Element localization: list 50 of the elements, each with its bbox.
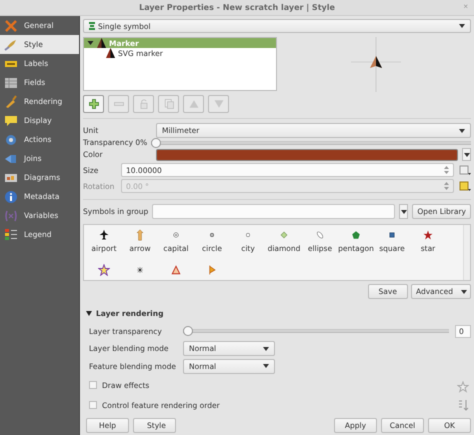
- marker-icon: [106, 48, 115, 58]
- plus-button[interactable]: [83, 95, 104, 114]
- window-title: Layer Properties - New scratch layer | Style: [139, 3, 335, 12]
- down-triangle-icon: [212, 98, 224, 110]
- dropdown-arrow-icon: [263, 364, 269, 368]
- up-triangle-icon: [188, 98, 200, 110]
- sidebar-icon: [4, 208, 18, 222]
- color-swatch[interactable]: [156, 148, 458, 161]
- expand-arrow-icon: [87, 40, 94, 46]
- checkbox[interactable]: [89, 381, 97, 390]
- sidebar-icon: [4, 38, 18, 52]
- checkbox[interactable]: [89, 401, 97, 410]
- dropdown-arrow-icon: [461, 290, 467, 294]
- copy-icon: [162, 98, 174, 110]
- slider-handle[interactable]: [151, 138, 162, 148]
- dropdown-arrow-icon: [263, 346, 269, 351]
- renderer-icon: [89, 22, 95, 30]
- group-field[interactable]: [152, 204, 396, 220]
- sidebar-icon: [4, 18, 18, 32]
- slider-handle[interactable]: [183, 326, 193, 336]
- dropdown-arrow-icon: [459, 24, 465, 28]
- arrow-icon[interactable]: [134, 228, 146, 241]
- sidebar-icon: [4, 190, 18, 204]
- dropdown-arrow-icon: [400, 210, 407, 214]
- sidebar-icon: [4, 94, 18, 108]
- dropdown-arrow-icon: [464, 152, 470, 157]
- lock-icon: [138, 98, 150, 110]
- color-menu-button[interactable]: [462, 148, 471, 162]
- sort-icon[interactable]: [457, 399, 469, 412]
- star-icon[interactable]: [422, 228, 434, 241]
- scrollbar[interactable]: [463, 224, 470, 280]
- sidebar-icon: [4, 228, 18, 242]
- transparency-slider[interactable]: [151, 138, 471, 148]
- plus-icon: [88, 98, 100, 110]
- spin-arrows-icon: [444, 165, 449, 176]
- sidebar-icon: [4, 76, 18, 90]
- sidebar-icon: [4, 132, 18, 146]
- group-menu-button[interactable]: [399, 204, 408, 220]
- pentagon-icon[interactable]: [350, 228, 362, 241]
- marker-icon: [97, 38, 106, 48]
- star-icon[interactable]: [457, 381, 469, 394]
- spin-arrows-icon: [444, 181, 449, 192]
- ellipse-icon[interactable]: [314, 228, 326, 241]
- collapse-arrow-icon[interactable]: [86, 311, 92, 316]
- triangle-icon[interactable]: [170, 264, 182, 276]
- star-icon[interactable]: [98, 264, 110, 276]
- plane-icon[interactable]: [98, 228, 110, 241]
- data-defined-icon[interactable]: [458, 180, 471, 192]
- sidebar-icon: [4, 114, 18, 128]
- dropdown-arrow-icon: [459, 128, 465, 133]
